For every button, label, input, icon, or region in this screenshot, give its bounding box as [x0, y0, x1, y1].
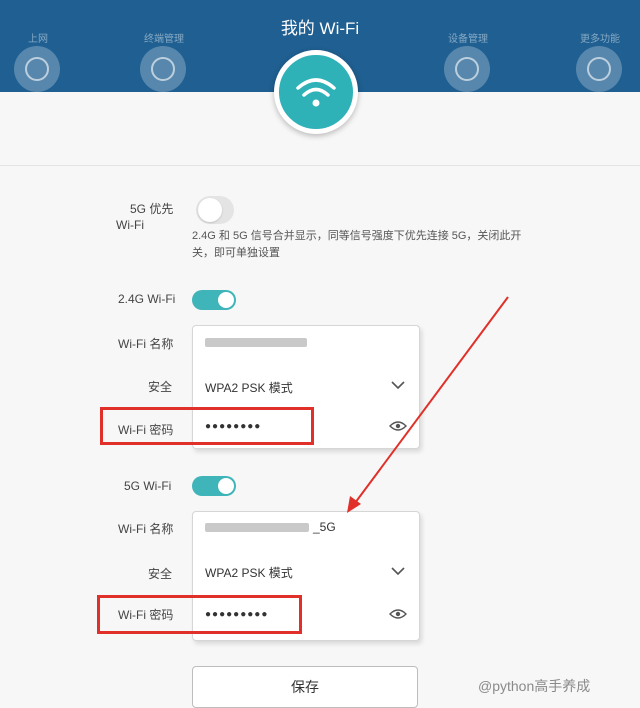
- annotation-arrow: [347, 296, 509, 513]
- save-button[interactable]: 保存: [192, 666, 418, 708]
- watermark: @python高手养成: [478, 678, 591, 694]
